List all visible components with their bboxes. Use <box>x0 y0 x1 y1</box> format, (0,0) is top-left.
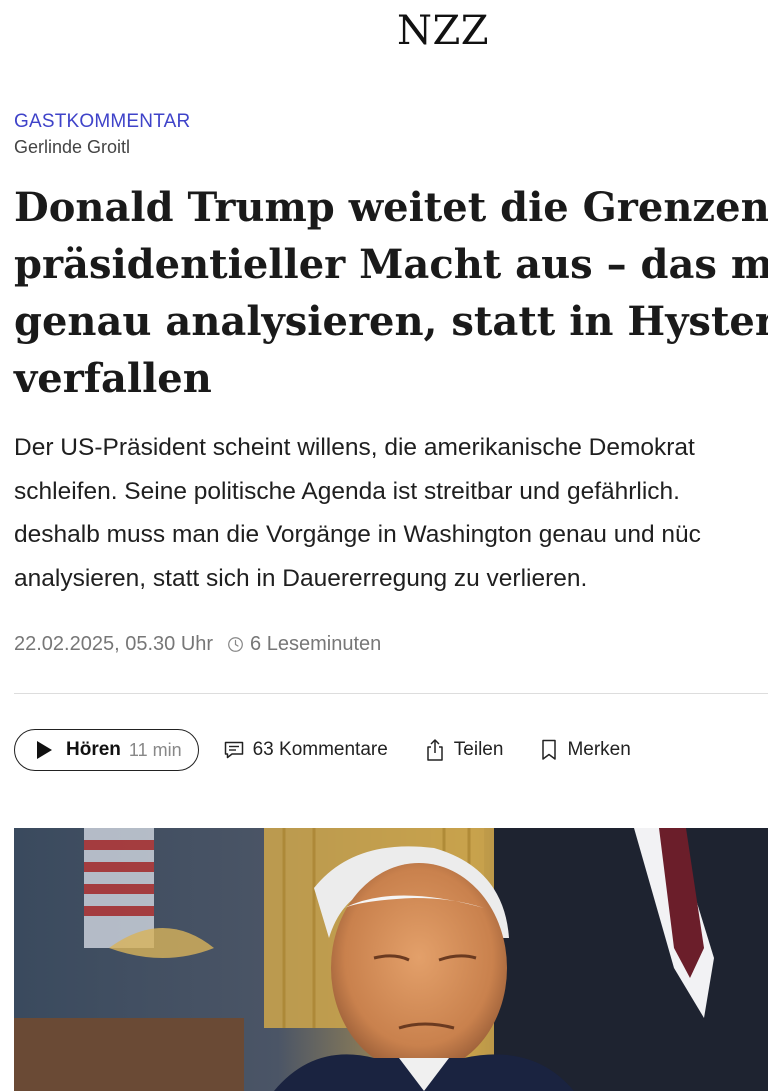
lead-line: Der US-Präsident scheint willens, die am… <box>14 434 695 461</box>
article-lead: Der US-Präsident scheint willens, die am… <box>14 426 768 600</box>
article-page: NZZ GASTKOMMENTAR Gerlinde Groitl Donald… <box>0 0 768 1091</box>
headline-line: genau analysieren, statt in Hysterie zu <box>14 298 768 345</box>
listen-duration: 11 min <box>128 739 182 760</box>
article-author[interactable]: Gerlinde Groitl <box>14 137 130 158</box>
headline-line: präsidentieller Macht aus – das muss m <box>14 241 768 288</box>
listen-label: Hören <box>66 739 121 760</box>
headline-line: Donald Trump weitet die Grenzen <box>14 184 768 231</box>
comments-label: 63 Kommentare <box>252 739 388 760</box>
article-kicker[interactable]: GASTKOMMENTAR <box>14 111 190 133</box>
bookmark-icon <box>542 739 557 760</box>
share-label: Teilen <box>453 739 504 760</box>
save-button[interactable]: Merken <box>539 738 631 762</box>
headline-line: verfallen <box>14 355 212 402</box>
publish-date: 22.02.2025, 05.30 Uhr <box>14 633 214 655</box>
lead-line: schleifen. Seine politische Agenda ist s… <box>14 477 680 505</box>
comments-button[interactable]: 63 Kommentare <box>223 739 388 761</box>
share-button[interactable]: Teilen <box>424 738 504 762</box>
reading-time: 6 Leseminuten <box>250 633 382 655</box>
divider <box>14 693 768 694</box>
clock-icon <box>228 637 243 652</box>
article-actions: Hören 11 min 63 Kommentare Teilen Merken <box>14 729 631 771</box>
site-logo[interactable]: NZZ <box>0 8 768 54</box>
listen-button[interactable]: Hören 11 min <box>14 729 199 771</box>
article-headline: Donald Trump weitet die Grenzen präsiden… <box>14 179 768 407</box>
save-label: Merken <box>567 739 631 760</box>
comment-icon <box>224 741 243 759</box>
hero-photo-illustration <box>14 828 768 1091</box>
lead-line: deshalb muss man die Vorgänge in Washing… <box>14 521 701 548</box>
article-meta: 22.02.2025, 05.30 Uhr 6 Leseminuten <box>14 633 381 656</box>
share-icon <box>427 739 443 761</box>
article-hero-image[interactable] <box>14 828 768 1091</box>
play-icon <box>37 741 52 759</box>
lead-line: analysieren, statt sich in Dauererregung… <box>14 564 588 592</box>
